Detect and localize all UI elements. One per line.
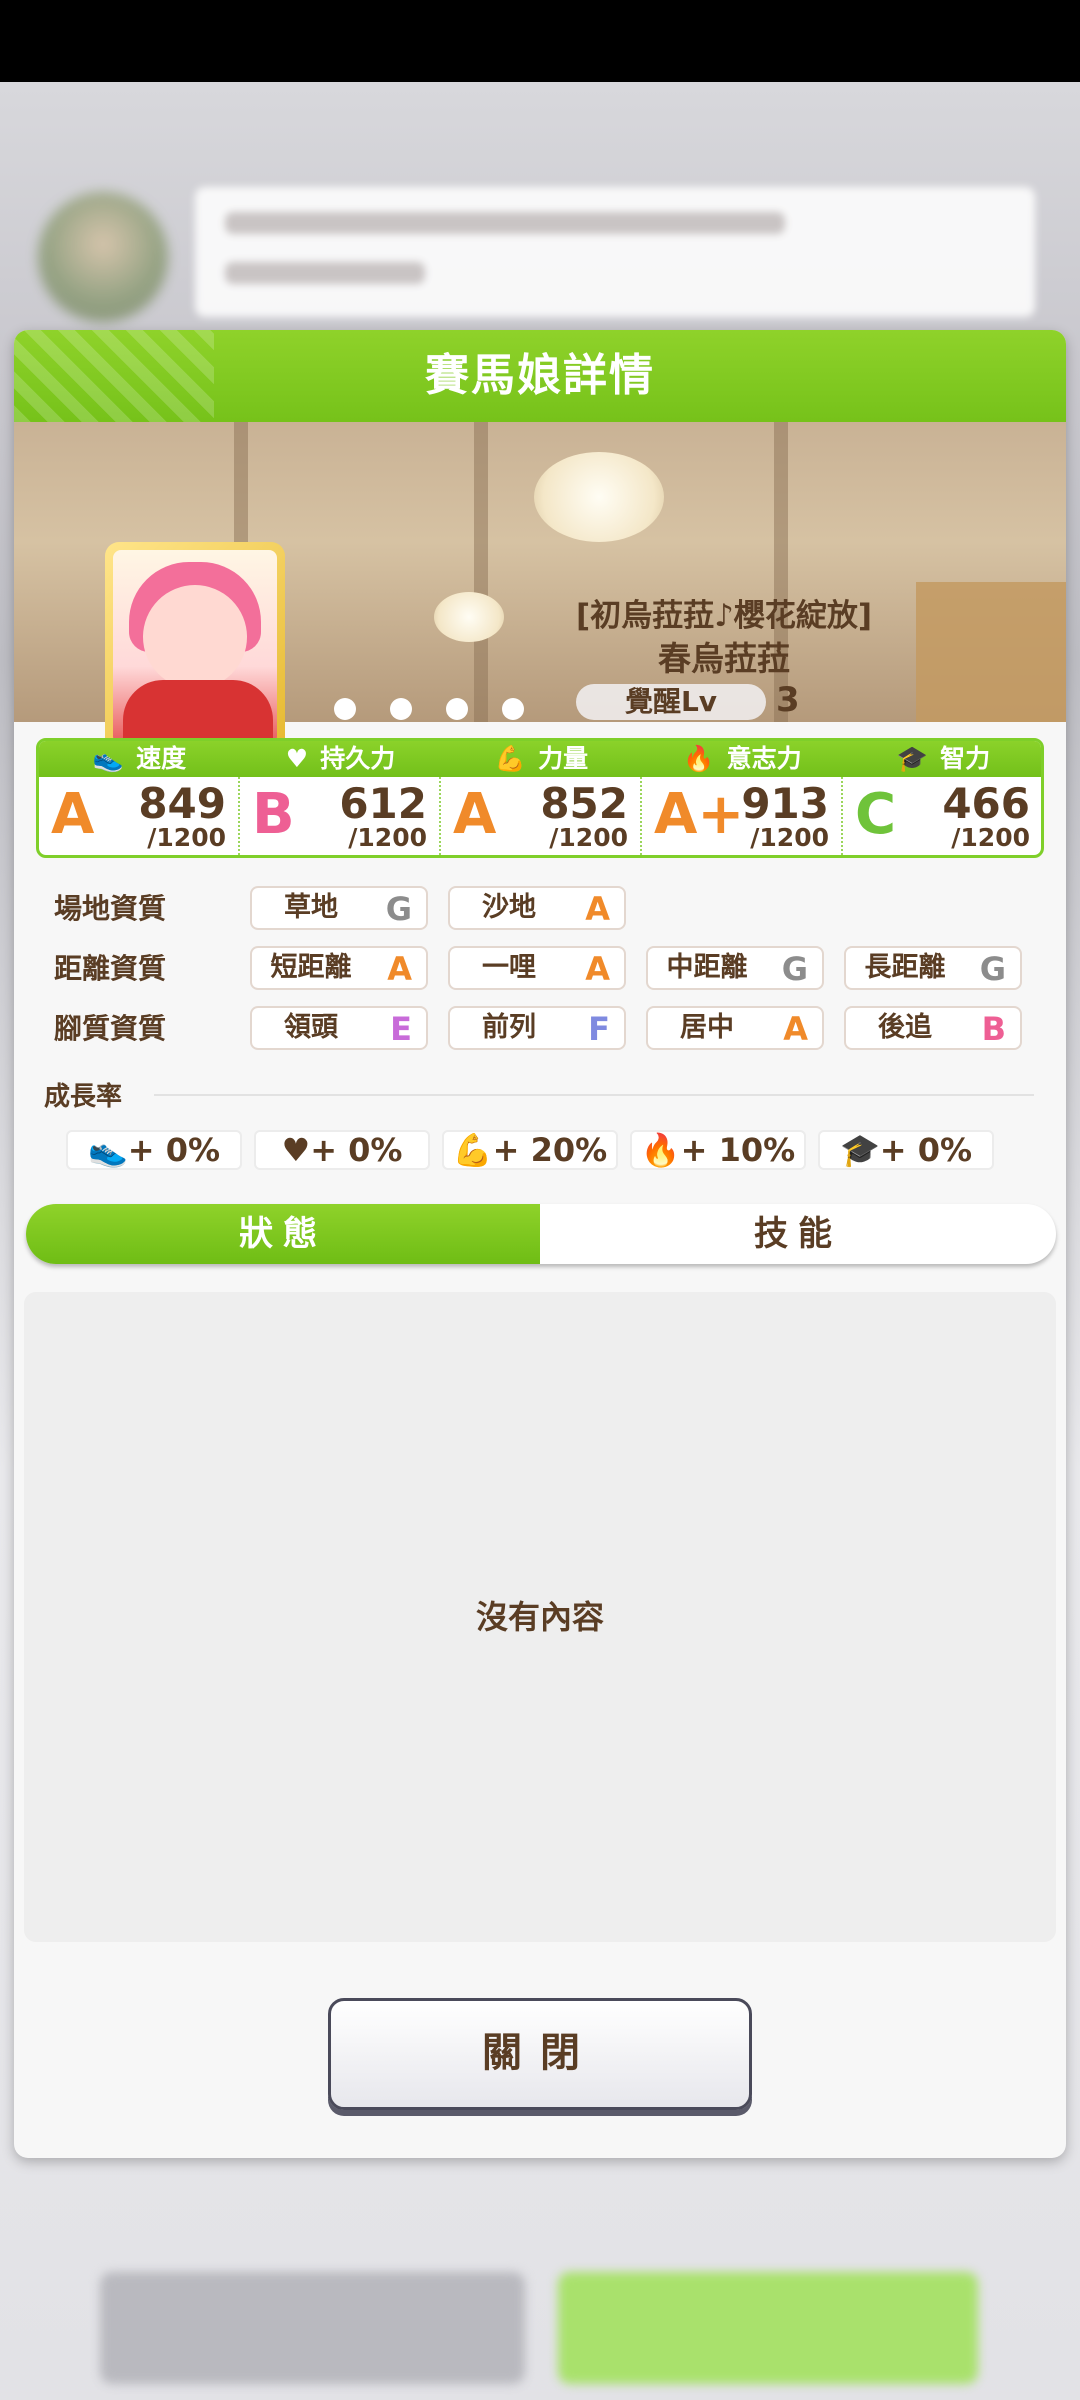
background-button-left [100,2272,525,2384]
aptitude-end-closer: 後追 B [844,1006,1022,1050]
dialog-title: 賽馬娘詳情 [425,350,655,401]
graduation-cap-icon: 🎓 [896,744,929,773]
stat-grade: A [51,782,95,847]
growth-power: 💪+ 20% [442,1130,618,1170]
tab-skills[interactable]: 技能 [540,1204,1056,1264]
stat-max: /1200 [750,823,829,852]
graduation-cap-icon: 🎓 [839,1131,880,1169]
stat-grade: A [453,782,497,847]
stat-wisdom: 🎓 智力 C 466 /1200 [843,741,1041,855]
stat-power: 💪 力量 A 852 /1200 [441,741,642,855]
aptitude-dirt: 沙地 A [448,886,626,930]
growth-speed: 👟+ 0% [66,1130,242,1170]
growth-stamina: ♥+ 0% [254,1130,430,1170]
character-outfit-title: [初烏菈菈♪櫻花綻放] [575,598,873,634]
background-dialog-bubble [195,187,1035,317]
stat-grade: B [252,782,295,847]
shoe-icon: 👟 [92,744,125,773]
stats-panel: 👟 速度 A 849 /1200 ♥ 持久力 B 612 /1200 💪 力量 A 8… [36,738,1044,858]
stat-value: 913 [741,779,829,828]
tab-status[interactable]: 狀態 [26,1204,540,1264]
aptitude-sprint: 短距離 A [250,946,428,990]
character-portrait[interactable] [105,542,285,752]
status-bar [0,0,1080,82]
stat-speed: 👟 速度 A 849 /1200 [39,741,240,855]
stat-value: 612 [339,779,427,828]
shoe-icon: 👟 [87,1131,128,1169]
cabinet [916,582,1066,722]
stat-stamina: ♥ 持久力 B 612 /1200 [240,741,441,855]
heart-icon: ♥ [285,744,309,773]
aptitude-mile: 一哩 A [448,946,626,990]
aptitude-label: 場地資質 [54,892,167,925]
divider [154,1094,1034,1096]
awakening-level: 3 [776,680,800,720]
background-avatar [38,192,168,322]
muscle-icon: 💪 [494,744,527,773]
character-banner: ★★★★★ [初烏菈菈♪櫻花綻放] 春烏菈菈 覺醒Lv 3 [14,422,1066,826]
tab-content-area: 沒有內容 [24,1292,1056,1942]
flame-icon: 🔥 [640,1131,681,1169]
stat-grade: A+ [654,782,745,847]
close-button[interactable]: 關閉 [328,1998,752,2110]
stat-value: 852 [540,779,628,828]
stat-guts: 🔥 意志力 A+ 913 /1200 [642,741,843,855]
growth-rate-title: 成長率 [44,1082,123,1112]
stat-max: /1200 [549,823,628,852]
dialog-header: 賽馬娘詳情 [14,330,1066,422]
awakening-label: 覺醒Lv [576,684,766,720]
aptitude-turf: 草地 G [250,886,428,930]
aptitude-medium: 中距離 G [646,946,824,990]
background-button-right [558,2272,978,2384]
stat-value: 849 [138,779,226,828]
stat-max: /1200 [147,823,226,852]
growth-guts: 🔥+ 10% [630,1130,806,1170]
lamp [434,592,504,642]
growth-wisdom: 🎓+ 0% [818,1130,994,1170]
horse-girl-detail-dialog: 賽馬娘詳情 ★★★★★ [初烏菈菈♪櫻花綻放] 春烏菈菈 覺醒Lv 3 👟速度 … [14,330,1066,2158]
aptitude-late-surger: 居中 A [646,1006,824,1050]
detail-tabs: 狀態 技能 [26,1204,1056,1264]
flame-icon: 🔥 [683,744,715,773]
lamp [534,452,664,542]
stat-grade: C [855,782,897,847]
muscle-icon: 💪 [452,1131,493,1169]
aptitude-pace-chaser: 前列 F [448,1006,626,1050]
aptitude-front-runner: 領頭 E [250,1006,428,1050]
heart-icon: ♥ [281,1131,311,1169]
aptitude-label: 腳質資質 [54,1012,167,1045]
stat-value: 466 [942,779,1030,828]
aptitude-label: 距離資質 [54,952,167,985]
stat-max: /1200 [348,823,427,852]
empty-message: 沒有內容 [475,1598,604,1636]
aptitude-long: 長距離 G [844,946,1022,990]
stat-max: /1200 [951,823,1030,852]
character-name: 春烏菈菈 [658,639,790,678]
